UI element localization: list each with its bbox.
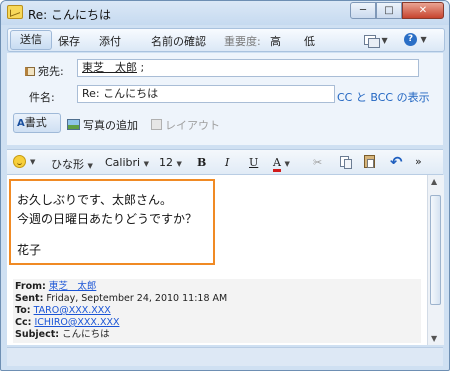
scroll-up-icon[interactable]: ▲ xyxy=(431,177,437,186)
importance-low-button[interactable]: 低 xyxy=(304,33,315,49)
undo-icon[interactable]: ↶ xyxy=(390,153,403,171)
compose-window: Re: こんにちは ─ □ ✕ 送信 保存 添付 名前の確認 重要度: 高 低 … xyxy=(0,0,450,371)
emoticon-icon[interactable] xyxy=(13,155,26,168)
emoticon-dropdown-icon[interactable]: ▼ xyxy=(30,158,35,166)
help-icon: ? xyxy=(404,32,417,46)
to-field[interactable]: 東芝 太郎 ; xyxy=(77,59,419,77)
quoted-cc: Cc: ICHIRO@XXX.XXX xyxy=(15,317,120,328)
window-controls: ─ □ ✕ xyxy=(350,2,444,20)
font-dropdown[interactable]: Calibri ▼ xyxy=(105,156,149,169)
message-signature: 花子 xyxy=(17,243,42,257)
message-line-1: お久しぶりです、太郎さん。 xyxy=(17,193,173,207)
importance-label: 重要度: xyxy=(224,35,261,48)
paste-icon[interactable] xyxy=(364,155,375,168)
cut-icon[interactable]: ✂ xyxy=(313,156,322,169)
scrollbar-thumb[interactable] xyxy=(430,195,441,305)
vertical-scrollbar[interactable]: ▲ ▼ xyxy=(427,175,444,345)
window-title: Re: こんにちは xyxy=(28,8,112,22)
chevron-down-icon: ▼ xyxy=(143,160,149,168)
text-color-button[interactable]: A ▼ xyxy=(273,156,290,172)
layout-icon xyxy=(151,119,162,130)
close-button[interactable]: ✕ xyxy=(402,2,444,19)
recipient-name[interactable]: 東芝 太郎 xyxy=(82,61,137,74)
chevron-down-icon: ▼ xyxy=(176,160,182,168)
font-size-dropdown[interactable]: 12 ▼ xyxy=(159,156,182,169)
quoted-cc-link[interactable]: ICHIRO@XXX.XXX xyxy=(34,317,119,328)
compose-toolbar: 送信 保存 添付 名前の確認 重要度: 高 低 ▼ ? ▼ xyxy=(7,28,445,52)
send-button[interactable]: 送信 xyxy=(10,30,52,50)
quoted-from: From: 東芝 太郎 xyxy=(15,281,97,292)
title-bar: Re: こんにちは ─ □ ✕ xyxy=(1,1,449,25)
to-label[interactable]: 宛先: xyxy=(25,63,64,79)
underline-button[interactable]: U xyxy=(249,156,258,169)
chevron-down-icon: ▼ xyxy=(381,36,388,45)
quoted-from-link[interactable]: 東芝 太郎 xyxy=(49,281,97,292)
maximize-button[interactable]: □ xyxy=(376,2,402,19)
recipient-separator: ; xyxy=(140,61,145,74)
subject-label: 件名: xyxy=(29,91,55,104)
format-button[interactable]: A書式 xyxy=(13,113,61,133)
stationery-dropdown[interactable]: ひな形 ▼ xyxy=(51,156,93,172)
quoted-to-link[interactable]: TARO@XXX.XXX xyxy=(34,305,111,316)
message-line-2: 今週の日曜日あたりどうですか？ xyxy=(17,212,198,226)
subject-field[interactable]: Re: こんにちは xyxy=(77,85,335,103)
add-photo-button[interactable]: 写真の追加 xyxy=(67,117,138,133)
quoted-subject: Subject: こんにちは xyxy=(15,329,110,340)
check-names-button[interactable]: 名前の確認 xyxy=(151,33,206,49)
copy-doc-icon xyxy=(364,34,380,48)
quoted-to: To: TARO@XXX.XXX xyxy=(15,305,111,316)
message-body[interactable]: お久しぶりです、太郎さん。 今週の日曜日あたりどうですか？ 花子 From: 東… xyxy=(7,175,427,345)
save-button[interactable]: 保存 xyxy=(58,33,80,49)
mail-app-icon xyxy=(7,5,23,19)
copy-icon[interactable] xyxy=(340,156,352,169)
chevron-down-icon: ▼ xyxy=(420,35,427,44)
more-options-button[interactable]: ▼ xyxy=(364,33,388,48)
quoted-sent: Sent: Friday, September 24, 2010 11:18 A… xyxy=(15,293,228,304)
bold-button[interactable]: B xyxy=(197,156,206,169)
status-bar xyxy=(7,347,443,366)
layout-button[interactable]: レイアウト xyxy=(151,117,220,133)
show-cc-bcc-link[interactable]: CC と BCC の表示 xyxy=(337,89,430,105)
help-button[interactable]: ? ▼ xyxy=(404,32,427,46)
quoted-message-header: From: 東芝 太郎 Sent: Friday, September 24, … xyxy=(13,279,421,343)
chevron-down-icon: ▼ xyxy=(284,160,290,168)
address-book-icon xyxy=(25,67,35,76)
more-format-options-button[interactable]: » xyxy=(415,155,422,168)
format-icon: A xyxy=(17,118,25,129)
photo-icon xyxy=(67,119,80,130)
scroll-down-icon[interactable]: ▼ xyxy=(431,334,437,343)
message-header: 宛先: 東芝 太郎 ; 件名: Re: こんにちは CC と BCC の表示 A… xyxy=(7,53,443,145)
attach-button[interactable]: 添付 xyxy=(99,33,121,49)
format-label: 書式 xyxy=(24,116,47,129)
formatting-toolbar: ▼ ひな形 ▼ Calibri ▼ 12 ▼ B I U A ▼ ✂ ↶ » xyxy=(7,149,443,175)
minimize-button[interactable]: ─ xyxy=(350,2,376,19)
importance-high-button[interactable]: 高 xyxy=(270,33,281,49)
highlighted-reply-text: お久しぶりです、太郎さん。 今週の日曜日あたりどうですか？ 花子 xyxy=(9,179,215,265)
chevron-down-icon: ▼ xyxy=(87,162,93,170)
italic-button[interactable]: I xyxy=(225,156,229,169)
